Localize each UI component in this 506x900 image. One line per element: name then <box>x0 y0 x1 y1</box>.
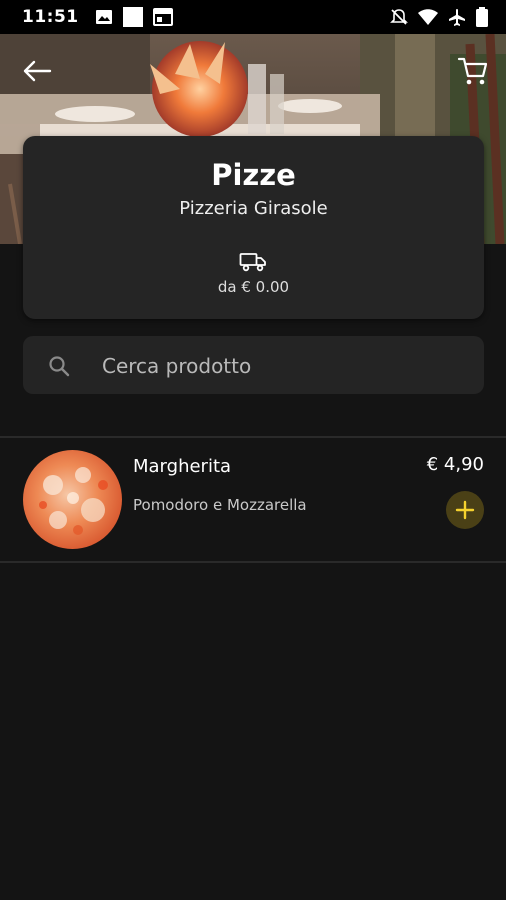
page-title: Pizze <box>211 158 296 192</box>
status-bar: 11:51 <box>0 0 506 34</box>
airplane-icon <box>448 8 466 26</box>
status-time: 11:51 <box>22 7 79 27</box>
product-item[interactable]: Margherita Pomodoro e Mozzarella € 4,90 <box>0 438 506 561</box>
product-price: € 4,90 <box>426 454 484 475</box>
product-description: Pomodoro e Mozzarella <box>133 496 307 514</box>
restaurant-name: Pizzeria Girasole <box>179 198 328 219</box>
shop-info-card: Pizze Pizzeria Girasole da € 0.00 <box>23 136 484 319</box>
search-icon <box>49 356 70 377</box>
back-button[interactable] <box>20 54 54 88</box>
cart-icon <box>457 57 488 85</box>
image-icon <box>95 8 113 26</box>
add-to-cart-button[interactable] <box>446 491 484 529</box>
plus-icon <box>455 500 475 520</box>
search-input[interactable] <box>100 346 474 386</box>
arrow-left-icon <box>23 60 52 82</box>
calendar-icon <box>152 8 173 26</box>
cart-button[interactable] <box>456 54 490 88</box>
wifi-icon <box>418 9 438 25</box>
square-icon <box>122 7 143 27</box>
delivery-truck-icon <box>239 253 266 272</box>
battery-icon <box>476 7 488 27</box>
notifications-off-icon <box>390 8 408 26</box>
product-name: Margherita <box>133 456 232 477</box>
divider <box>0 561 506 563</box>
delivery-cost: da € 0.00 <box>217 278 290 296</box>
product-image <box>23 450 122 549</box>
